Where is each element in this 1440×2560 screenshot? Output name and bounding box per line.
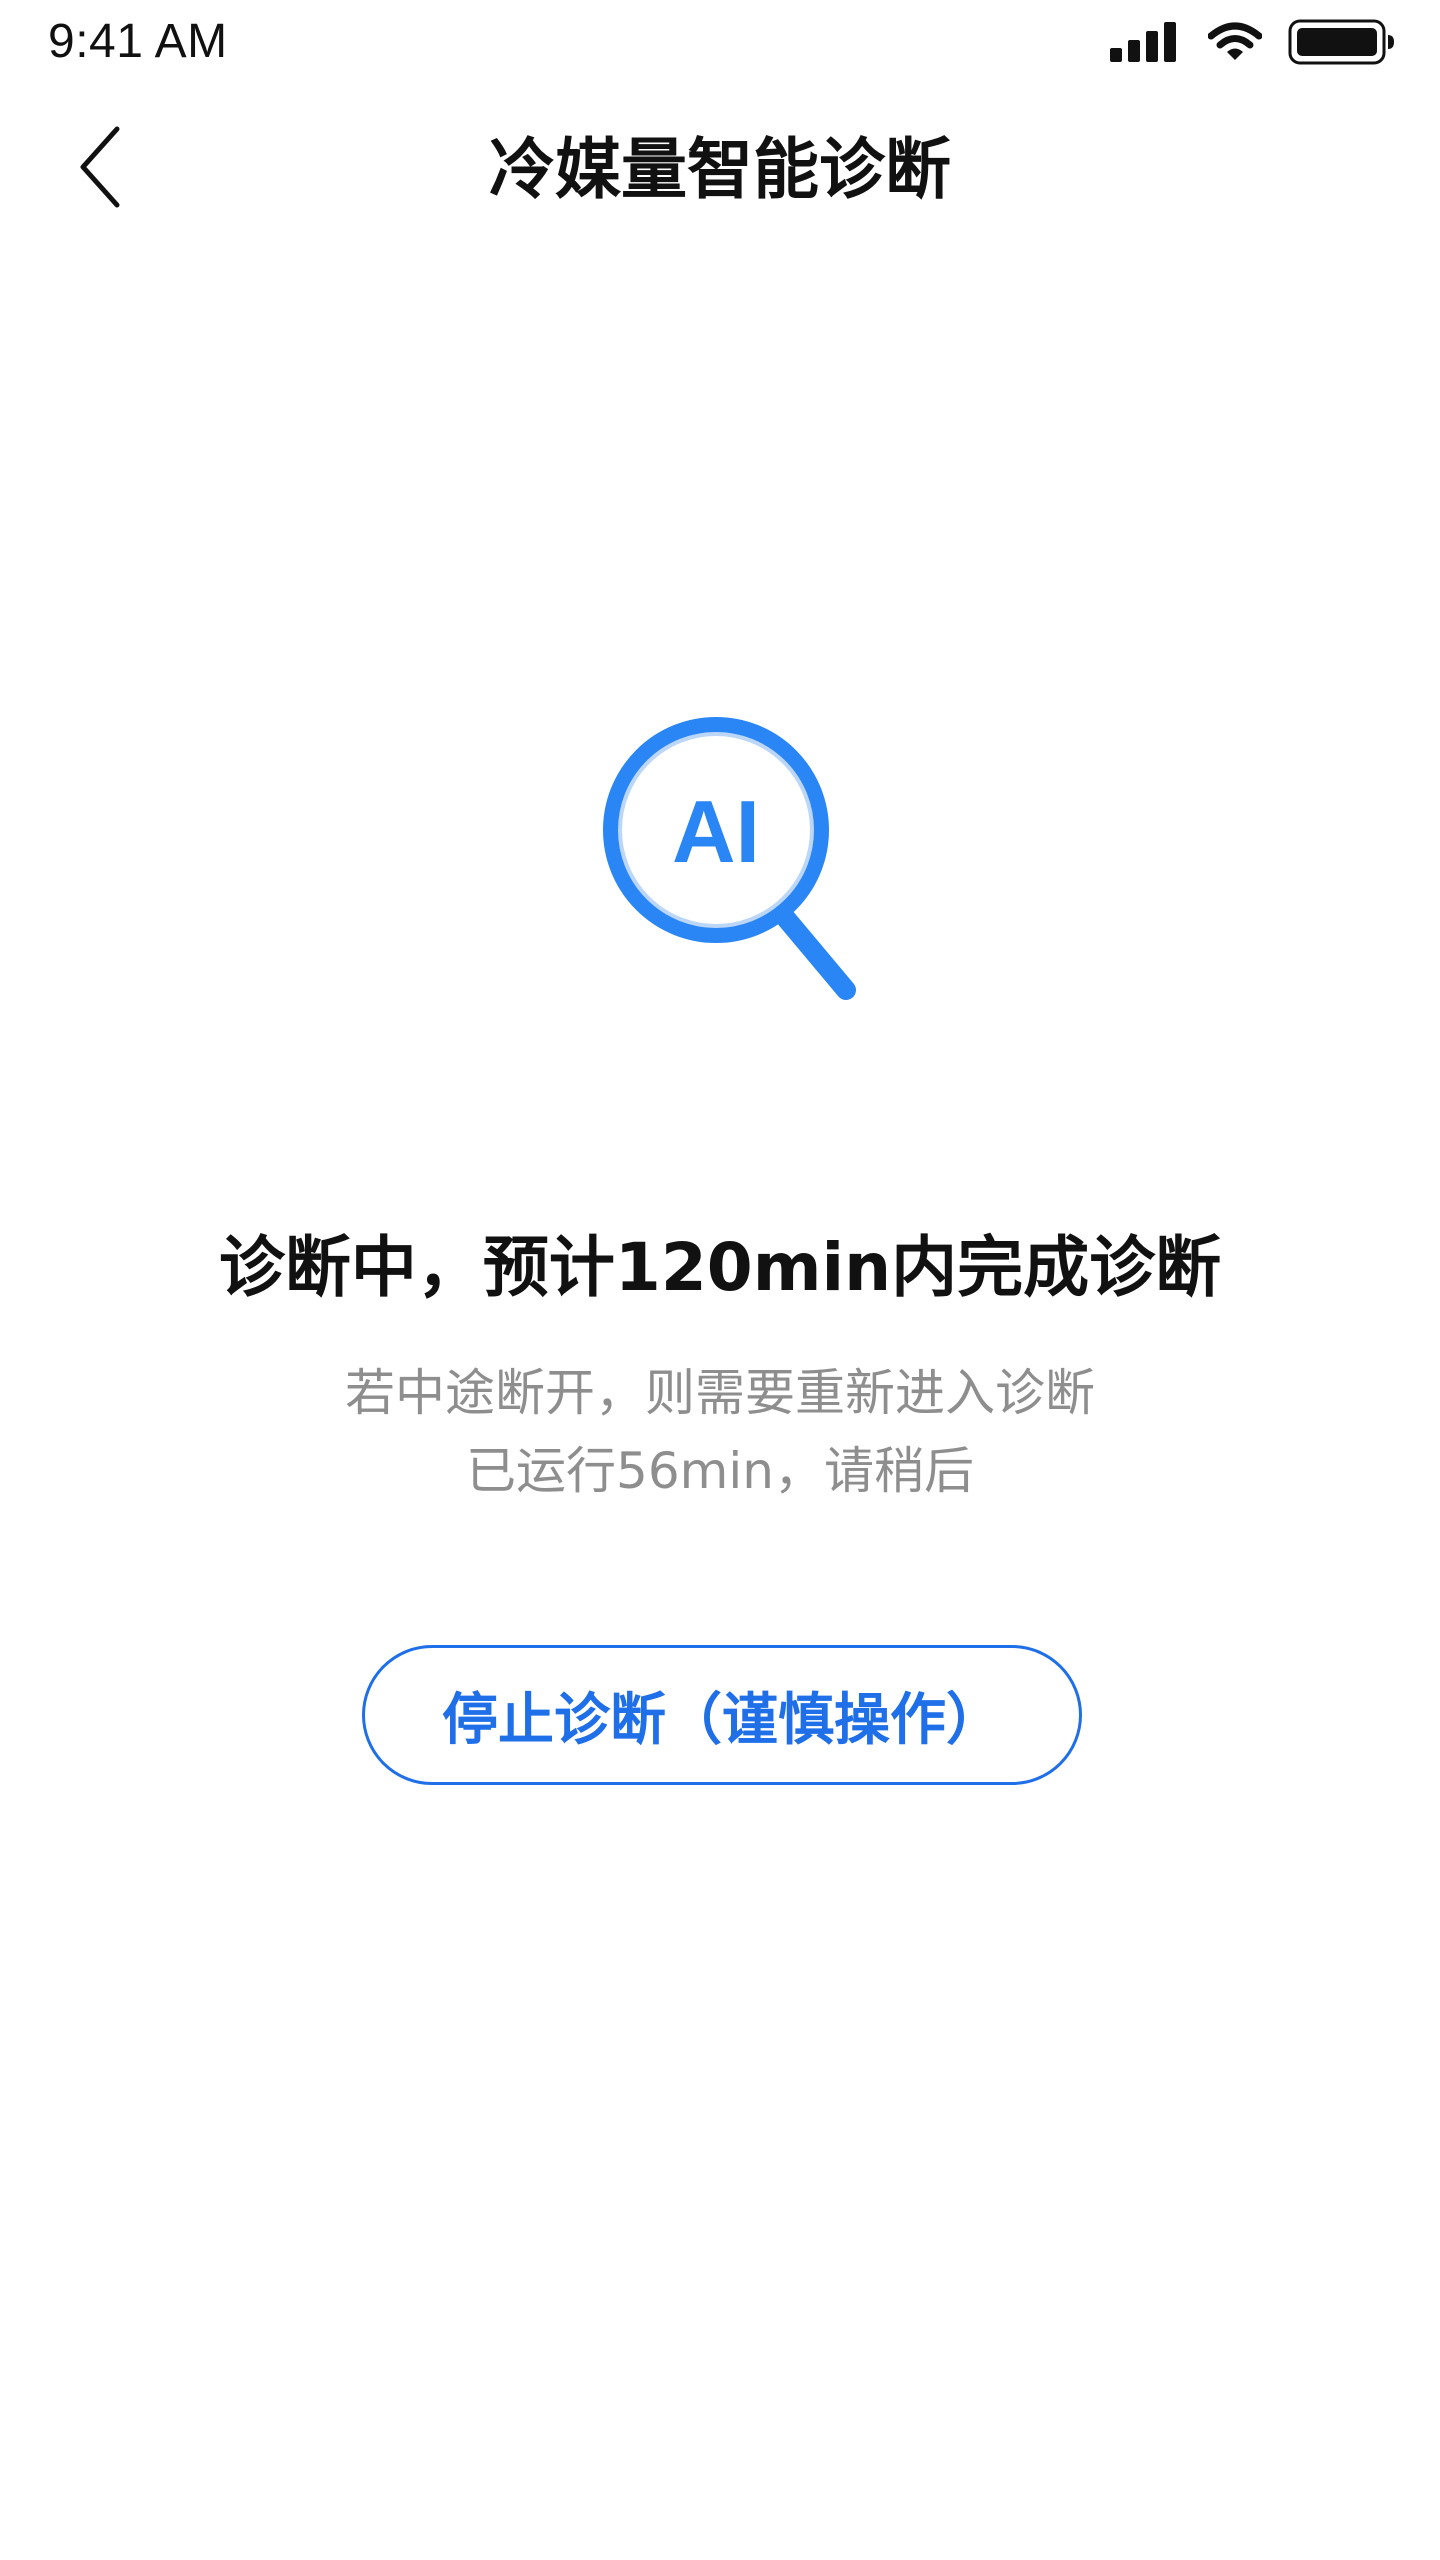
ai-illustration: AI — [598, 712, 858, 1012]
wifi-icon — [1208, 22, 1262, 62]
status-icons — [1110, 18, 1396, 66]
page-title: 冷媒量智能诊断 — [489, 131, 951, 208]
magnifier-icon: AI — [603, 717, 856, 1000]
ai-label: AI — [672, 782, 760, 881]
battery-icon — [1288, 19, 1396, 65]
diagnosis-heading: 诊断中，预计120min内完成诊断 — [218, 1229, 1222, 1306]
status-bar: 9:41 AM — [0, 0, 1440, 84]
diagnosis-description: 若中途断开，则需要重新进入诊断 已运行56min，请稍后 — [0, 1354, 1440, 1510]
signal-icon — [1110, 22, 1180, 62]
stop-diagnosis-button[interactable]: 停止诊断（谨慎操作） — [362, 1645, 1082, 1785]
nav-bar: 冷媒量智能诊断 — [0, 84, 1440, 252]
elapsed-time-text: 已运行56min，请稍后 — [466, 1442, 974, 1500]
disconnect-warning: 若中途断开，则需要重新进入诊断 — [345, 1364, 1095, 1422]
status-time: 9:41 AM — [48, 15, 228, 68]
stop-diagnosis-label: 停止诊断（谨慎操作） — [442, 1687, 1002, 1753]
